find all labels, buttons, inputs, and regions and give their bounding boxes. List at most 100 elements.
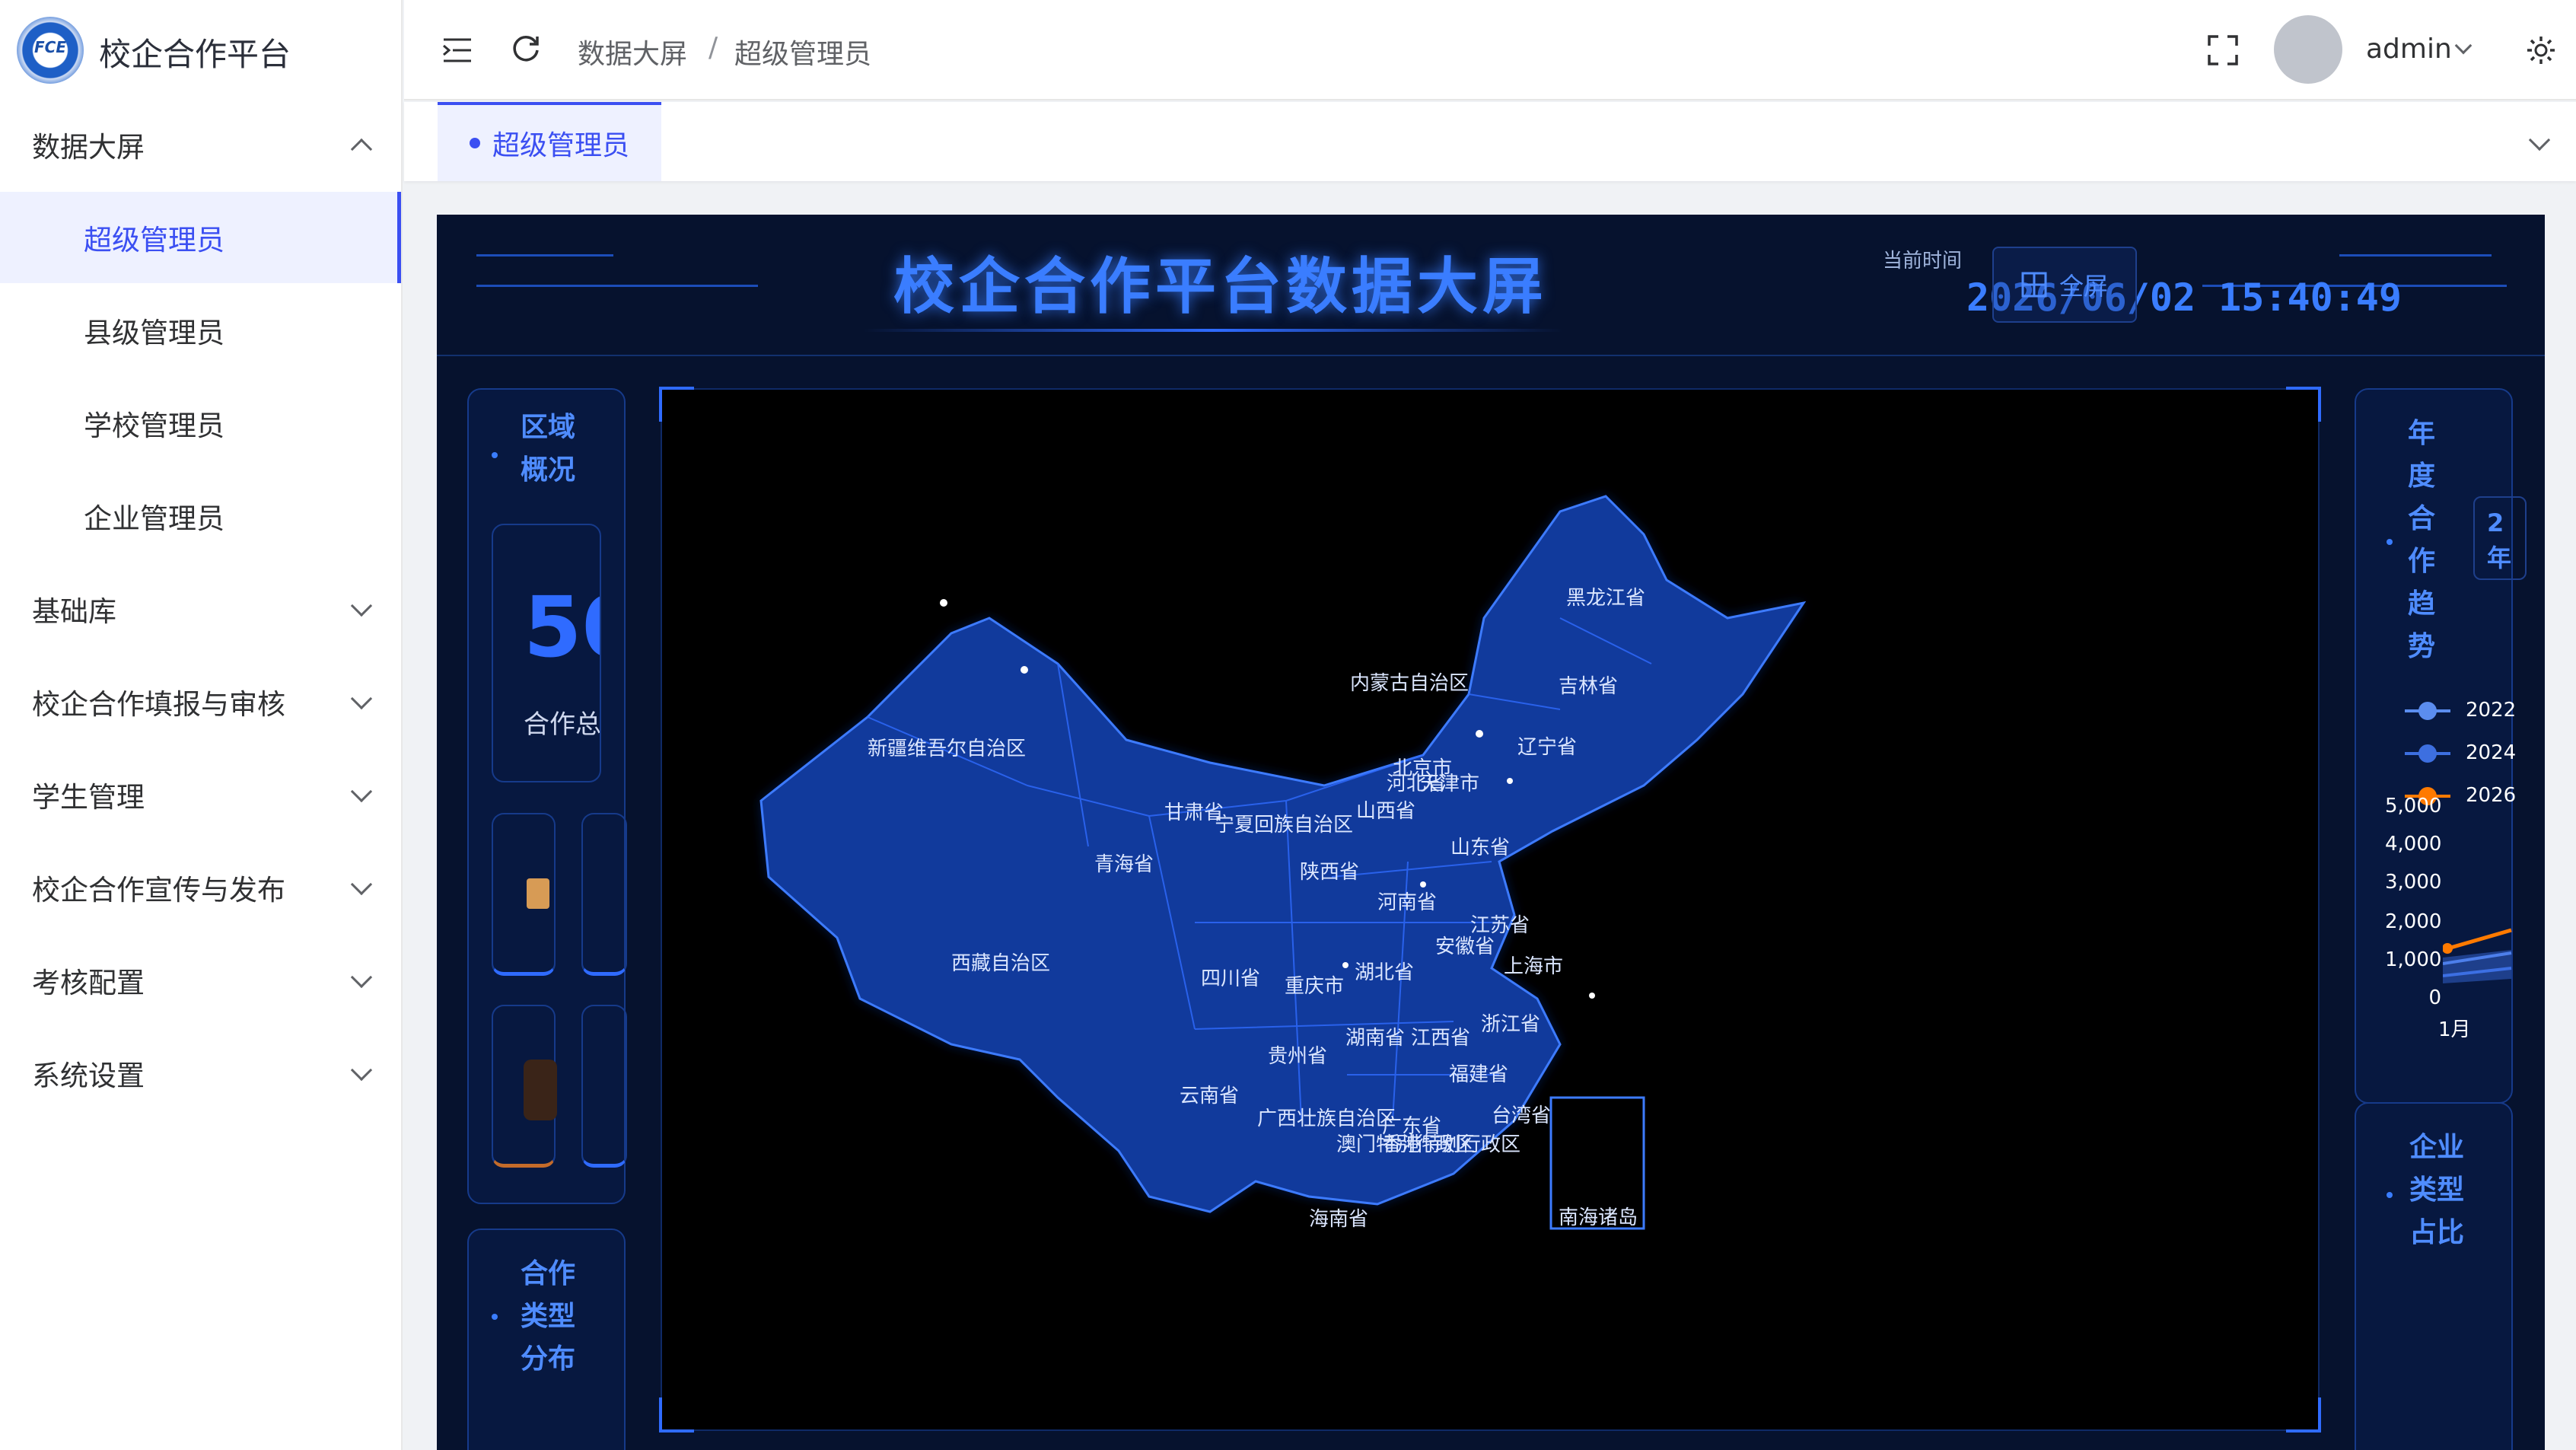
fullscreen-button[interactable]: 全屏 <box>1992 247 2137 323</box>
map-label: 浙江省 <box>1481 1013 1540 1036</box>
time-value: 2026/06/02 15:40:49 <box>1966 276 2402 320</box>
map-point <box>1507 778 1513 784</box>
menu-label: 考核配置 <box>32 967 145 999</box>
menu-label: 校企合作填报与审核 <box>32 688 285 721</box>
menu-assessment[interactable]: 考核配置 <box>0 935 401 1026</box>
china-map[interactable]: 黑龙江省 吉林省 辽宁省 内蒙古自治区 新疆维吾尔自治区 北京市 天津市 河北省… <box>662 390 2321 1432</box>
map-label: 河南省 <box>1377 891 1437 914</box>
map-label: 湖南省 <box>1345 1027 1405 1050</box>
menu-county-admin[interactable]: 县级管理员 <box>0 285 401 376</box>
menu-label: 超级管理员 <box>84 224 224 257</box>
total-value: 50 <box>524 578 600 676</box>
map-label: 广西壮族自治区 <box>1257 1107 1396 1130</box>
chevron-down-icon <box>350 873 373 896</box>
map-label: 山东省 <box>1450 837 1510 859</box>
top-navbar: 数据大屏 / 超级管理员 admin <box>404 0 2576 100</box>
map-label: 海南省 <box>1309 1208 1368 1231</box>
menu-publicity[interactable]: 校企合作宣传与发布 <box>0 842 401 933</box>
tabs-bar: 超级管理员 <box>404 102 2576 181</box>
refresh-icon[interactable] <box>511 33 541 64</box>
y-tick: 0 <box>2428 986 2441 1009</box>
panel-title: 区域概况 <box>520 412 575 486</box>
tab-label: 超级管理员 <box>492 130 629 161</box>
chevron-down-icon <box>350 687 373 710</box>
corner-decor <box>2286 1397 2321 1432</box>
menu-label: 学生管理 <box>32 781 145 814</box>
logo-text: FCE <box>33 38 66 56</box>
year-selector[interactable]: 2年 <box>2473 496 2527 580</box>
corner-decor <box>659 1397 694 1432</box>
stat-card <box>581 1005 627 1168</box>
menu-label: 基础库 <box>32 595 116 628</box>
app-title: 校企合作平台 <box>99 36 291 73</box>
y-tick: 1,000 <box>2385 948 2442 971</box>
map-label: 宁夏回族自治区 <box>1215 814 1353 837</box>
map-label: 辽宁省 <box>1517 736 1577 759</box>
y-tick: 5,000 <box>2385 795 2442 817</box>
chevron-up-icon <box>350 138 373 161</box>
menu-super-admin[interactable]: 超级管理员 <box>0 192 401 283</box>
gear-icon[interactable] <box>2526 35 2556 65</box>
menu-label: 县级管理员 <box>84 317 224 349</box>
chevron-down-icon <box>350 966 373 989</box>
username[interactable]: admin <box>2366 33 2452 65</box>
time-label: 当前时间 <box>1883 250 1963 272</box>
clipboard-icon <box>524 1060 557 1120</box>
breadcrumb-separator: / <box>708 32 718 63</box>
collapse-menu-icon[interactable] <box>442 37 473 64</box>
region-overview-panel: 区域概况 50 合作总数 <box>467 388 627 1204</box>
menu-system[interactable]: 系统设置 <box>0 1028 401 1119</box>
chevron-down-icon <box>350 1059 373 1082</box>
decor-line <box>476 254 613 257</box>
chevron-down-icon[interactable] <box>2454 37 2473 55</box>
menu-fill-review[interactable]: 校企合作填报与审核 <box>0 656 401 747</box>
map-label: 福建省 <box>1449 1063 1508 1086</box>
menu-base-library[interactable]: 基础库 <box>0 563 401 655</box>
trend-chart-lines <box>2443 928 2512 983</box>
menu-label: 企业管理员 <box>84 502 224 535</box>
total-card: 50 合作总数 <box>492 524 601 782</box>
menu-school-admin[interactable]: 学校管理员 <box>0 378 401 469</box>
stat-card <box>581 813 627 976</box>
menu-label: 学校管理员 <box>84 410 224 442</box>
sidebar: FCE 校企合作平台 数据大屏 超级管理员 县级管理员 学校管理员 企业管理员 … <box>0 0 403 1450</box>
menu-label: 数据大屏 <box>32 131 145 164</box>
panel-dot <box>492 452 498 458</box>
map-point <box>940 599 947 607</box>
menu-enterprise-admin[interactable]: 企业管理员 <box>0 470 401 562</box>
title-underline <box>863 329 1563 332</box>
legend-marker-2024 <box>2418 744 2437 763</box>
legend-marker-2022 <box>2418 702 2437 720</box>
map-label: 西藏自治区 <box>951 952 1050 975</box>
legend-label: 2026 <box>2466 784 2517 807</box>
map-label: 青海省 <box>1094 853 1154 876</box>
panel-dot <box>2387 1192 2393 1198</box>
menu-data-screen[interactable]: 数据大屏 <box>0 99 401 190</box>
map-label: 湖北省 <box>1355 961 1414 984</box>
map-point <box>1342 962 1348 968</box>
breadcrumb-item[interactable]: 数据大屏 <box>578 32 687 72</box>
screen-title: 校企合作平台数据大屏 <box>893 251 1548 322</box>
panel-dot <box>492 1314 498 1320</box>
total-label: 合作总数 <box>524 709 601 740</box>
map-point <box>1476 730 1483 738</box>
map-container[interactable]: 黑龙江省 吉林省 辽宁省 内蒙古自治区 新疆维吾尔自治区 北京市 天津市 河北省… <box>659 387 2321 1432</box>
fullscreen-label: 全屏 <box>2059 272 2108 301</box>
tabs-dropdown-chevron-icon[interactable] <box>2528 129 2551 151</box>
chevron-down-icon <box>350 594 373 617</box>
fullscreen-icon[interactable] <box>2208 35 2238 65</box>
map-label: 山西省 <box>1356 800 1415 823</box>
avatar[interactable] <box>2274 15 2342 84</box>
y-tick: 3,000 <box>2385 871 2442 894</box>
building-icon <box>527 878 549 909</box>
map-label: 贵州省 <box>1268 1045 1327 1068</box>
panel-title: 年度合作趋势 <box>2407 418 2435 662</box>
corner-decor <box>2286 387 2321 422</box>
map-label: 南海诸岛 <box>1559 1206 1638 1229</box>
menu-student[interactable]: 学生管理 <box>0 749 401 840</box>
menu-label: 校企合作宣传与发布 <box>32 874 285 907</box>
map-label: 吉林省 <box>1559 675 1618 698</box>
tab-super-admin[interactable]: 超级管理员 <box>438 102 661 181</box>
stat-card <box>492 813 556 976</box>
map-label: 江苏省 <box>1470 914 1530 937</box>
